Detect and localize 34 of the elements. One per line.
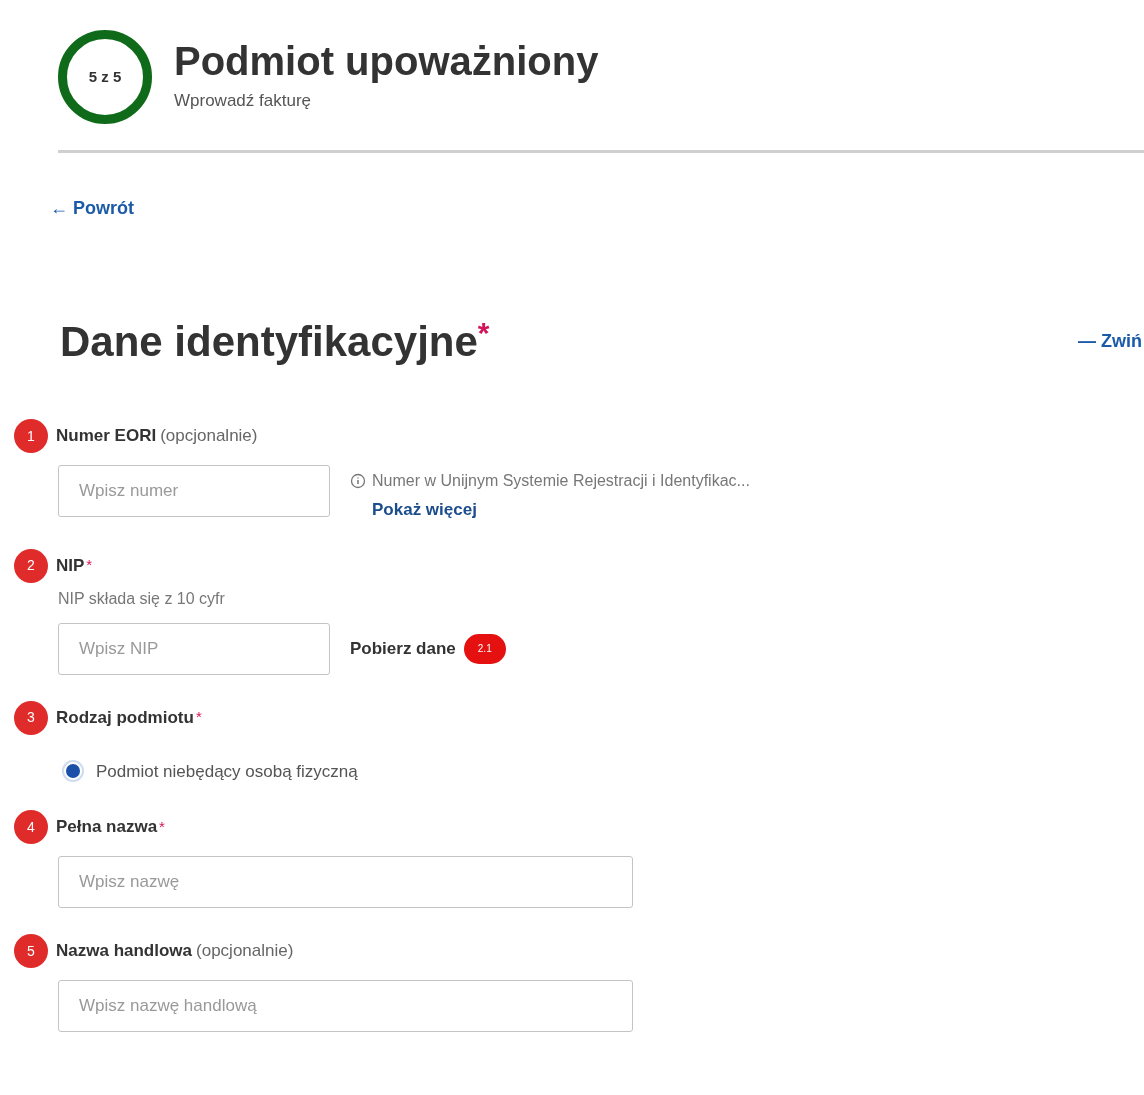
- page-title: Podmiot upoważniony: [174, 38, 599, 85]
- field-label: Rodzaj podmiotu: [56, 706, 194, 729]
- back-link[interactable]: ← Powrót: [50, 195, 134, 222]
- step-marker: 2.1: [463, 633, 506, 664]
- optional-note: (opcjonalnie): [160, 425, 258, 448]
- field-label: NIP: [56, 554, 85, 577]
- required-mark: *: [477, 315, 490, 349]
- required-mark: *: [195, 707, 202, 728]
- info-icon: [350, 473, 366, 489]
- required-mark: *: [86, 555, 93, 576]
- step-marker: 2: [14, 548, 48, 583]
- step-progress-ring: 5 z 5: [58, 30, 152, 124]
- optional-note: (opcjonalnie): [196, 940, 294, 963]
- field-hint: NIP składa się z 10 cyfr: [58, 588, 226, 609]
- text-field[interactable]: Wpisz numer: [58, 465, 330, 517]
- step-marker: 3: [14, 700, 48, 735]
- text-field[interactable]: Wpisz nazwę handlową: [58, 980, 633, 1032]
- step-marker: 4: [14, 810, 48, 844]
- section-title: Dane identyfikacyjne: [60, 317, 478, 367]
- page-subtitle: Wprowadź fakturę: [174, 90, 312, 112]
- field-label: Pełna nazwa: [56, 816, 158, 839]
- required-mark: *: [159, 816, 165, 837]
- step-marker: 5: [14, 934, 48, 968]
- text-field[interactable]: Wpisz NIP: [58, 622, 330, 675]
- show-more-link[interactable]: Pokaż więcej: [372, 497, 750, 523]
- fetch-data-button[interactable]: Pobierz dane: [350, 635, 456, 662]
- radio-button[interactable]: [62, 760, 84, 783]
- collapse-button[interactable]: — Zwiń: [1078, 328, 1142, 355]
- radio-option[interactable]: Podmiot niebędący osobą fizyczną: [62, 758, 1144, 784]
- field-label: Nazwa handlowa: [56, 940, 193, 963]
- step-marker: 1: [14, 419, 48, 453]
- text-field[interactable]: Wpisz nazwę: [58, 856, 633, 908]
- info-text: Numer w Unijnym Systemie Rejestracji i Identyfikac...: [372, 471, 750, 491]
- field-label: Numer EORI: [56, 425, 157, 448]
